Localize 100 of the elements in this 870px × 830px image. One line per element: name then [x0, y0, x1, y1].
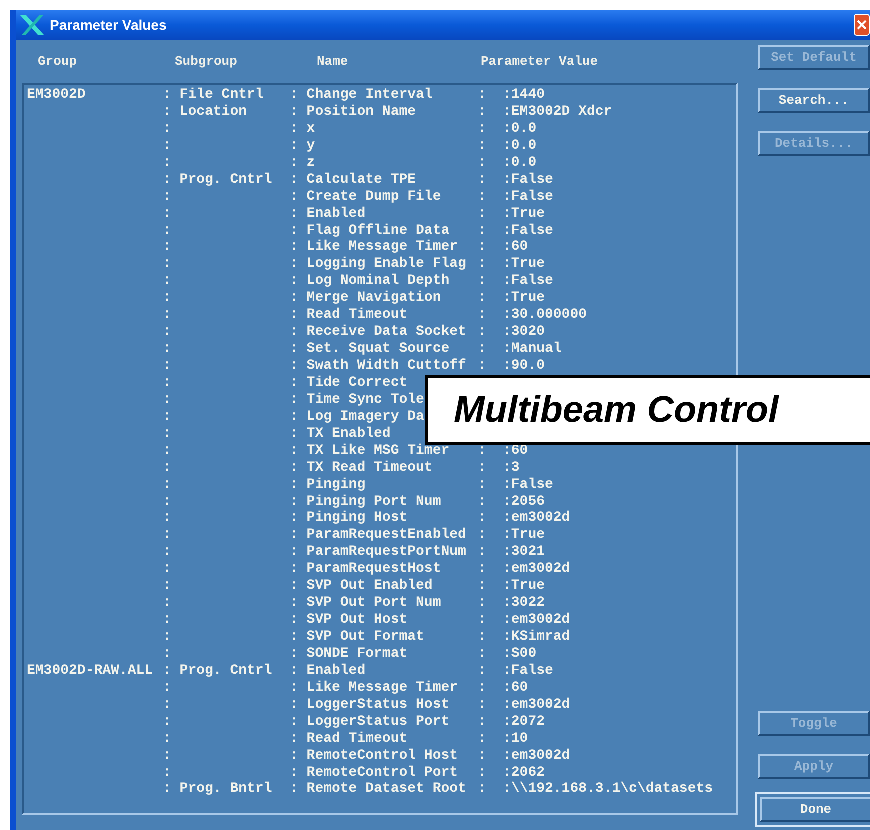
table-cell: :	[163, 748, 172, 764]
table-cell: :	[478, 527, 486, 544]
table-cell: : Change Interval	[290, 87, 433, 103]
table-cell: :	[478, 561, 486, 578]
table-cell: :	[478, 680, 486, 696]
table-cell: :False	[503, 273, 554, 290]
table-cell: :	[163, 358, 172, 374]
table-cell: :	[163, 764, 172, 780]
table-cell: : Read Timeout	[290, 307, 408, 324]
column-header: Subgroup	[175, 52, 238, 71]
table-cell: :	[478, 764, 486, 780]
table-cell: :	[478, 476, 486, 493]
table-cell: : SVP Out Port Num	[290, 595, 442, 612]
table-cell: : Position Name	[290, 104, 416, 120]
table-cell: :False	[503, 662, 554, 679]
table-cell: : y	[290, 138, 316, 154]
table-cell: :	[163, 544, 172, 560]
table-cell: :	[163, 442, 172, 459]
table-cell: :3022	[503, 595, 546, 612]
table-cell: :False	[503, 172, 554, 188]
table-cell: :	[478, 696, 486, 713]
table-cell: :em3002d	[503, 612, 570, 628]
table-cell: :	[478, 324, 486, 340]
table-cell: :False	[503, 476, 554, 493]
table-cell: : TX Like MSG Timer	[290, 442, 450, 459]
table-cell: :	[478, 494, 486, 510]
dialog-button[interactable]: Search...	[758, 88, 870, 113]
table-cell: :	[478, 595, 486, 612]
table-cell: :	[478, 239, 486, 256]
table-cell: :30.000000	[503, 307, 588, 324]
table-cell: :	[478, 612, 486, 628]
table-cell: :	[163, 714, 172, 730]
table-cell: :2072	[503, 714, 546, 730]
table-cell: :3	[503, 460, 520, 476]
table-cell: : Location	[163, 104, 248, 120]
table-cell: :em3002d	[503, 561, 570, 578]
table-cell: :	[478, 629, 486, 645]
title-banner: Multibeam Control	[425, 375, 870, 445]
table-cell: : Logging Enable Flag	[290, 256, 466, 272]
table-cell: :0.0	[503, 120, 537, 137]
table-cell: :	[478, 460, 486, 476]
table-cell: : Pinging Port Num	[290, 494, 442, 510]
table-cell: : RemoteControl Host	[290, 748, 458, 764]
table-cell: :	[163, 696, 172, 713]
table-cell: : Read Timeout	[290, 730, 408, 747]
column-header: Parameter Value	[481, 52, 598, 71]
table-cell: : Like Message Timer	[290, 680, 458, 696]
table-cell: : SONDE Format	[290, 646, 408, 662]
table-cell: :	[163, 188, 172, 205]
table-cell: :	[163, 239, 172, 256]
table-cell: :	[478, 748, 486, 764]
table-cell: : SVP Out Enabled	[290, 578, 433, 594]
table-cell: :0.0	[503, 154, 537, 171]
table-cell: :	[478, 714, 486, 730]
table-cell: EM3002D-RAW.ALL	[27, 662, 154, 679]
column-header: Group	[37, 52, 78, 71]
table-cell: :	[163, 341, 172, 358]
table-cell: :Manual	[503, 341, 562, 358]
table-cell: :3021	[503, 544, 546, 560]
table-cell: : Merge Navigation	[290, 290, 442, 306]
table-cell: : Pinging	[290, 476, 366, 493]
table-cell: : Calculate TPE	[290, 172, 416, 188]
table-cell: :	[163, 138, 172, 154]
table-cell: :	[163, 680, 172, 696]
table-cell: : Flag Offline Data	[290, 222, 450, 238]
table-cell: :60	[503, 442, 528, 459]
close-button[interactable]	[854, 14, 870, 36]
table-cell: :	[163, 222, 172, 238]
table-cell: :	[478, 341, 486, 358]
table-cell: : RemoteControl Port	[290, 764, 458, 780]
table-cell: :	[163, 307, 172, 324]
table-cell: : Tide Correct	[290, 374, 408, 391]
table-cell: :	[163, 612, 172, 628]
table-cell: : SVP Out Host	[290, 612, 408, 628]
table-cell: :	[163, 392, 172, 408]
table-cell: : Time Sync Tole	[290, 392, 424, 408]
table-cell: : Enabled	[290, 206, 366, 222]
table-cell: :60	[503, 239, 528, 256]
table-cell: : ParamRequestEnabled	[290, 527, 466, 544]
table-cell: :True	[503, 206, 546, 222]
table-cell: : Prog. Cntrl	[163, 662, 272, 679]
table-cell: :	[478, 510, 486, 526]
table-cell: :	[478, 578, 486, 594]
table-cell: :2062	[503, 764, 546, 780]
table-cell: :	[163, 561, 172, 578]
table-cell: :EM3002D Xdcr	[503, 104, 612, 120]
table-cell: :	[478, 662, 486, 679]
table-cell: :0.0	[503, 138, 537, 154]
table-cell: :60	[503, 680, 528, 696]
table-cell: :	[163, 629, 172, 645]
table-cell: :False	[503, 188, 554, 205]
table-cell: : Prog. Cntrl	[163, 172, 272, 188]
table-cell: :	[478, 730, 486, 747]
table-cell: :	[478, 138, 486, 154]
table-cell: : Log Nominal Depth	[290, 273, 450, 290]
table-cell: : Remote Dataset Root	[290, 781, 466, 798]
table-cell: :3020	[503, 324, 546, 340]
table-cell: : ParamRequestPortNum	[290, 544, 466, 560]
table-cell: :	[163, 578, 172, 594]
table-cell: :	[478, 358, 486, 374]
